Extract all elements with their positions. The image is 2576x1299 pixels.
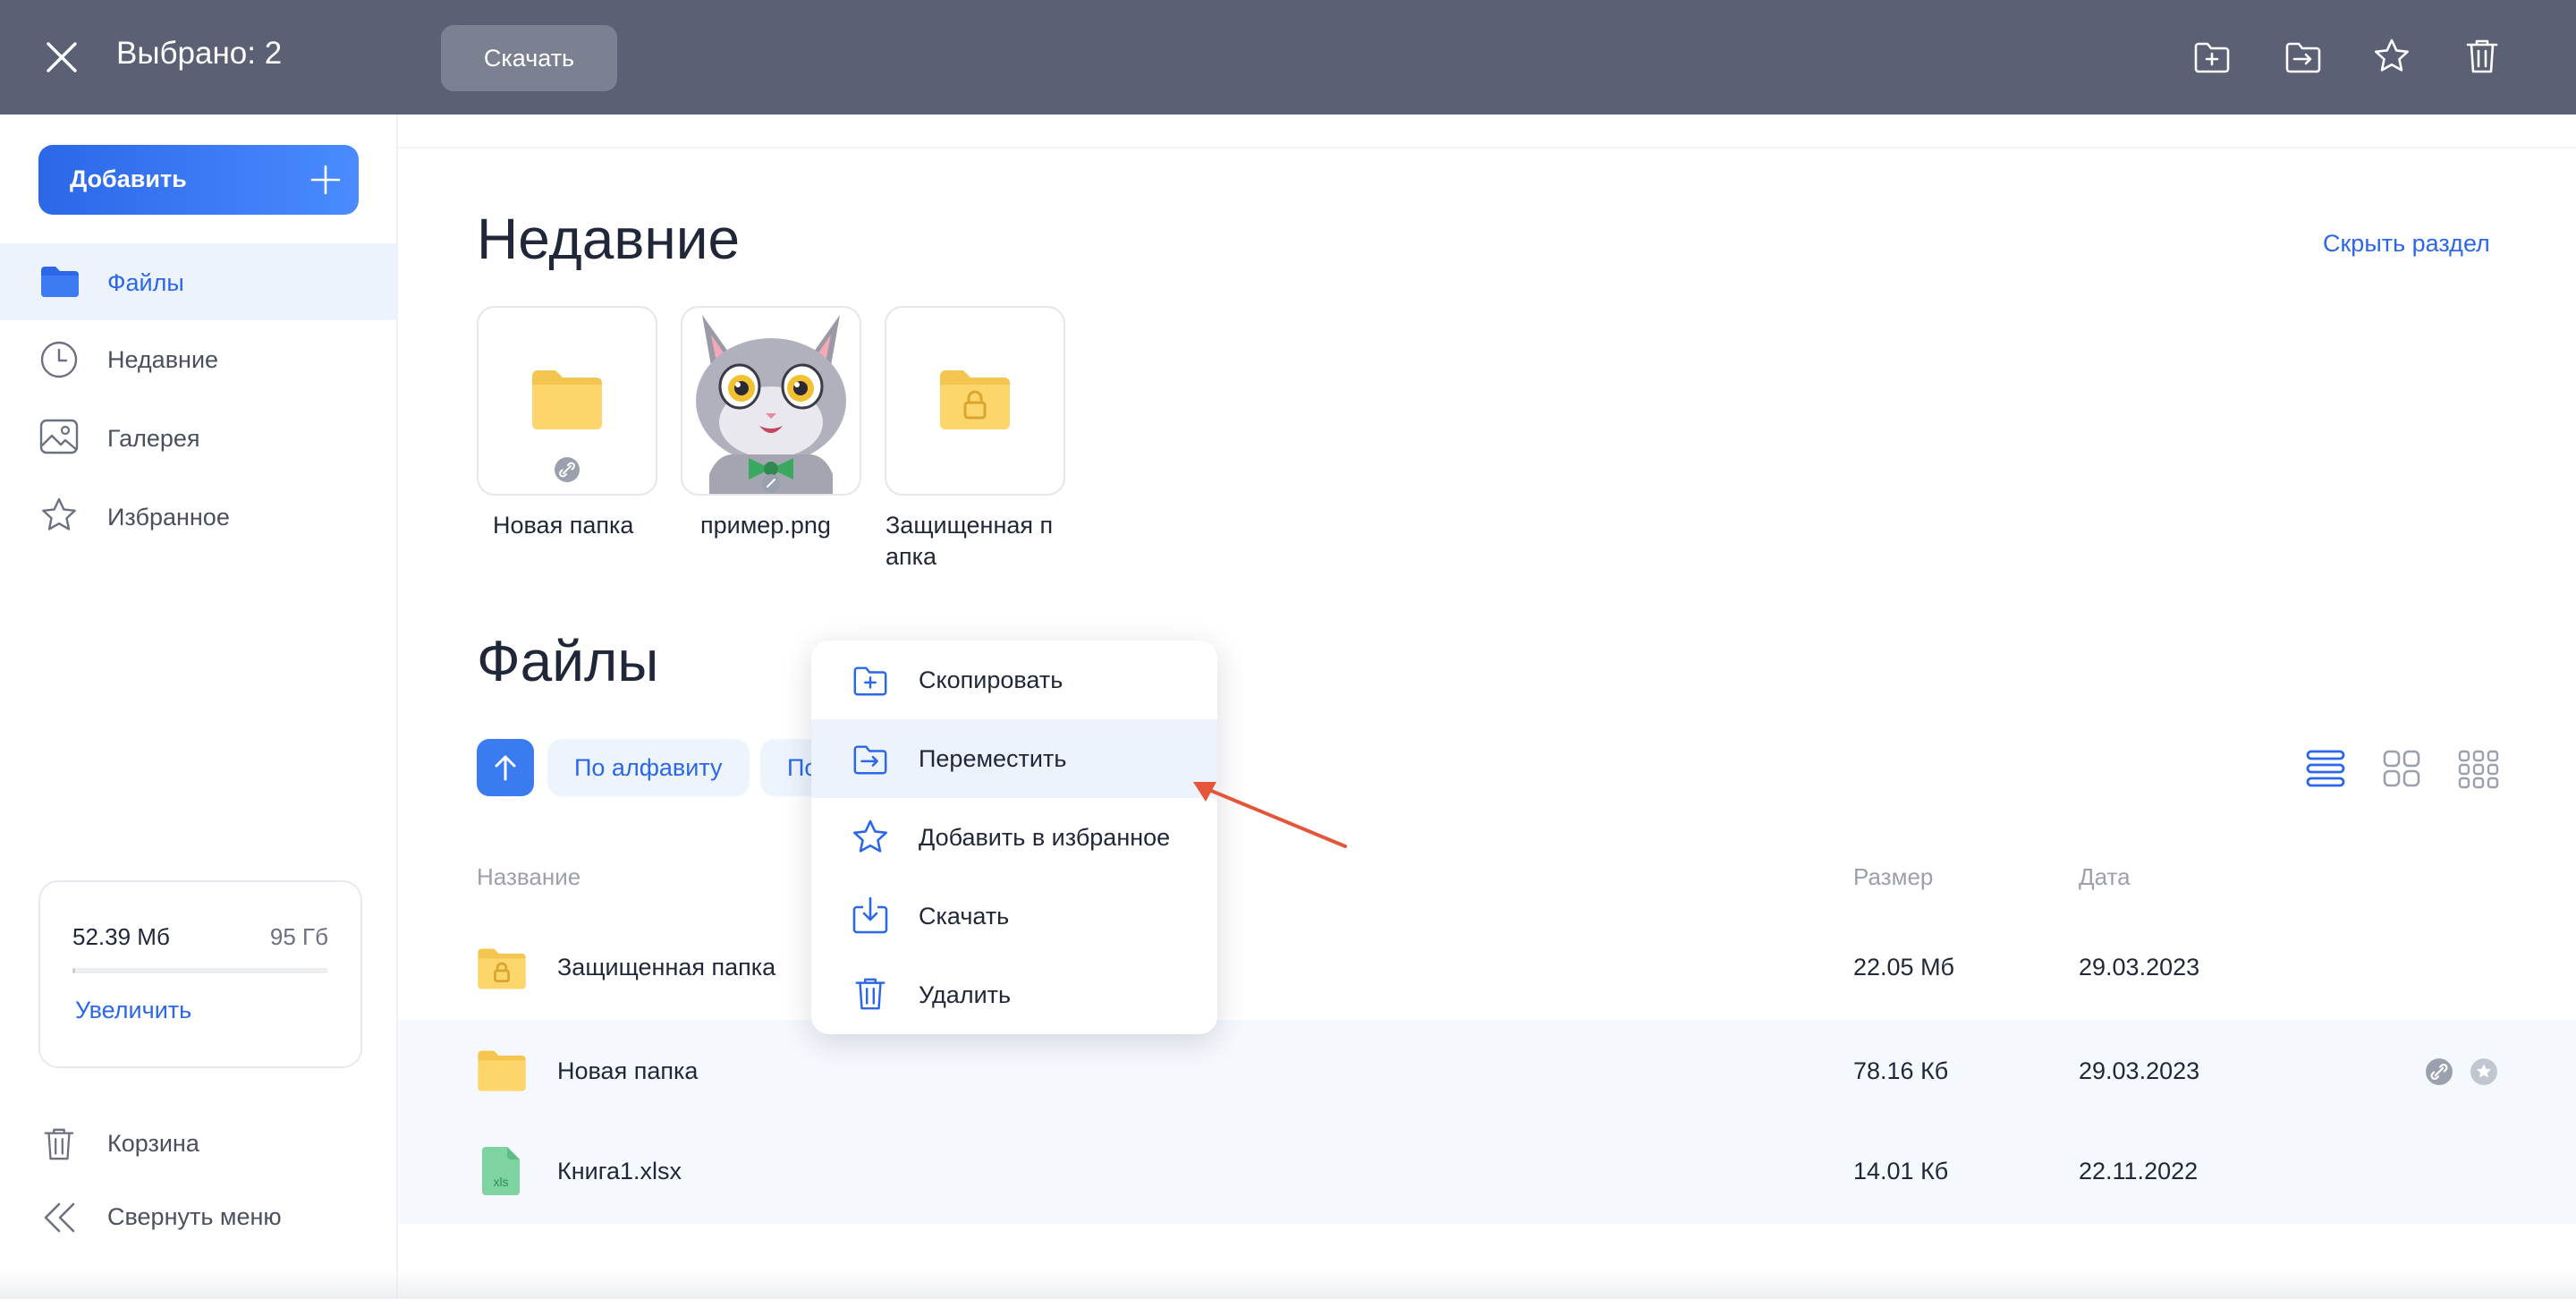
clock-icon [40, 341, 78, 378]
menu-item-copy[interactable]: Скопировать [811, 641, 1217, 719]
add-button-label: Добавить [70, 166, 187, 192]
table-row[interactable]: Защищенная папка 22.05 Мб 29.03.2023 [398, 918, 2576, 1020]
recent-tile-protected-folder[interactable] [885, 306, 1065, 496]
row-size: 22.05 Мб [1853, 954, 1955, 981]
upgrade-storage-link[interactable]: Увеличить [75, 997, 191, 1024]
column-header-name[interactable]: Название [477, 863, 580, 891]
download-button[interactable]: Скачать [441, 25, 617, 91]
menu-item-download[interactable]: Скачать [811, 877, 1217, 955]
gallery-icon [39, 419, 79, 454]
sidebar-item-recent[interactable]: Недавние [0, 320, 396, 397]
cat-image-thumbnail [696, 315, 846, 494]
link-icon [555, 457, 580, 482]
menu-item-add-favorite[interactable]: Добавить в избранное [811, 798, 1217, 877]
selection-toolbar: Выбрано: 2 Скачать [0, 0, 2576, 115]
recent-tile-image[interactable] [681, 306, 861, 496]
sort-direction-button[interactable] [477, 739, 534, 796]
move-to-folder-icon[interactable] [2284, 38, 2323, 77]
recent-tile-caption: Новая папка [493, 512, 634, 539]
sidebar-item-label: Галерея [107, 425, 200, 452]
download-icon [852, 896, 888, 934]
locked-folder-icon [940, 370, 1010, 429]
bottom-fade [0, 1270, 2576, 1299]
double-chevron-left-icon [44, 1202, 75, 1233]
recent-tile-caption: Защищенная п апка [886, 510, 1053, 573]
row-name: Книга1.xlsx [557, 1158, 682, 1184]
column-header-date[interactable]: Дата [2079, 863, 2131, 891]
trash-icon[interactable] [2463, 37, 2501, 76]
recent-tile-new-folder[interactable] [477, 306, 657, 496]
small-grid-view-icon[interactable] [2458, 750, 2499, 789]
column-header-size[interactable]: Размер [1853, 863, 1933, 891]
add-button[interactable]: Добавить [38, 145, 359, 215]
arrow-up-icon [495, 755, 516, 781]
star-icon [853, 819, 887, 853]
xls-label: xls [493, 1175, 508, 1189]
row-size: 14.01 Кб [1853, 1158, 1949, 1184]
app-root: Выбрано: 2 Скачать Добавить Файлы Недавн… [0, 0, 2576, 1299]
copy-to-folder-icon[interactable] [2192, 38, 2232, 77]
row-date: 29.03.2023 [2079, 954, 2200, 981]
folder-icon [41, 267, 79, 297]
table-row[interactable]: Новая папка 78.16 Кб 29.03.2023 [398, 1020, 2576, 1122]
sidebar-item-gallery[interactable]: Галерея [0, 399, 396, 476]
favorite-badge-icon[interactable] [2470, 1057, 2498, 1086]
selection-count-title: Выбрано: 2 [116, 36, 283, 71]
sidebar-item-label: Избранное [107, 504, 230, 531]
move-to-folder-icon [853, 745, 887, 775]
sidebar-item-files[interactable]: Файлы [0, 243, 396, 320]
files-section-title: Файлы [477, 629, 659, 693]
table-row[interactable]: xls Книга1.xlsx 14.01 Кб 22.11.2022 [398, 1122, 2576, 1224]
close-icon[interactable] [45, 40, 79, 74]
sidebar-item-trash[interactable]: Корзина [0, 1117, 396, 1171]
menu-item-label: Скопировать [919, 666, 1063, 693]
recent-section-title: Недавние [477, 207, 741, 271]
menu-item-label: Удалить [919, 981, 1012, 1008]
main-top-divider [398, 147, 2576, 149]
sidebar-item-label: Свернуть меню [107, 1203, 282, 1230]
context-menu: Скопировать Переместить Добавить в избра… [811, 641, 1217, 1034]
sidebar-item-label: Корзина [107, 1130, 199, 1157]
recent-tile-caption: пример.png [700, 512, 831, 539]
folder-icon [532, 370, 602, 429]
link-icon[interactable] [2425, 1057, 2453, 1086]
sort-alphabet-chip[interactable]: По алфавиту [547, 739, 750, 796]
storage-progress-bar [72, 968, 328, 973]
row-name: Новая папка [557, 1057, 699, 1084]
storage-widget: 52.39 Мб 95 Гб Увеличить [38, 880, 362, 1068]
sidebar-item-label: Недавние [107, 346, 219, 373]
collapse-menu-button[interactable]: Свернуть меню [0, 1191, 396, 1244]
trash-icon [855, 978, 886, 1010]
recent-tile-caption-line: Защищенная п [886, 512, 1054, 539]
hide-section-link[interactable]: Скрыть раздел [2323, 230, 2490, 258]
plus-icon [310, 165, 341, 195]
row-date: 29.03.2023 [2079, 1057, 2200, 1084]
menu-item-label: Скачать [919, 903, 1010, 930]
sidebar-item-favorites[interactable]: Избранное [0, 478, 396, 555]
annotation-arrow-icon [1193, 782, 1347, 848]
row-size: 78.16 Кб [1853, 1057, 1949, 1084]
locked-folder-icon [478, 948, 526, 989]
folder-icon [478, 1050, 526, 1091]
menu-item-delete[interactable]: Удалить [811, 955, 1217, 1034]
trash-icon [44, 1128, 74, 1160]
menu-item-move[interactable]: Переместить [811, 719, 1217, 798]
storage-progress-fill [72, 968, 75, 973]
row-date: 22.11.2022 [2079, 1158, 2199, 1184]
star-icon [42, 497, 76, 531]
row-name: Защищенная папка [557, 954, 776, 981]
recent-tile-caption-line: апка [886, 543, 937, 570]
copy-to-folder-icon [853, 666, 887, 696]
storage-total: 95 Гб [269, 923, 328, 950]
menu-item-label: Переместить [919, 745, 1067, 772]
storage-used: 52.39 Мб [72, 923, 170, 950]
sidebar: Добавить Файлы Недавние Галерея Избранно… [0, 115, 398, 1299]
star-icon[interactable] [2372, 37, 2411, 76]
grid-view-icon[interactable] [2383, 750, 2420, 787]
menu-item-label: Добавить в избранное [919, 824, 1171, 851]
list-view-icon[interactable] [2306, 750, 2345, 787]
sidebar-item-label: Файлы [107, 269, 184, 296]
xls-file-icon: xls [482, 1147, 520, 1195]
